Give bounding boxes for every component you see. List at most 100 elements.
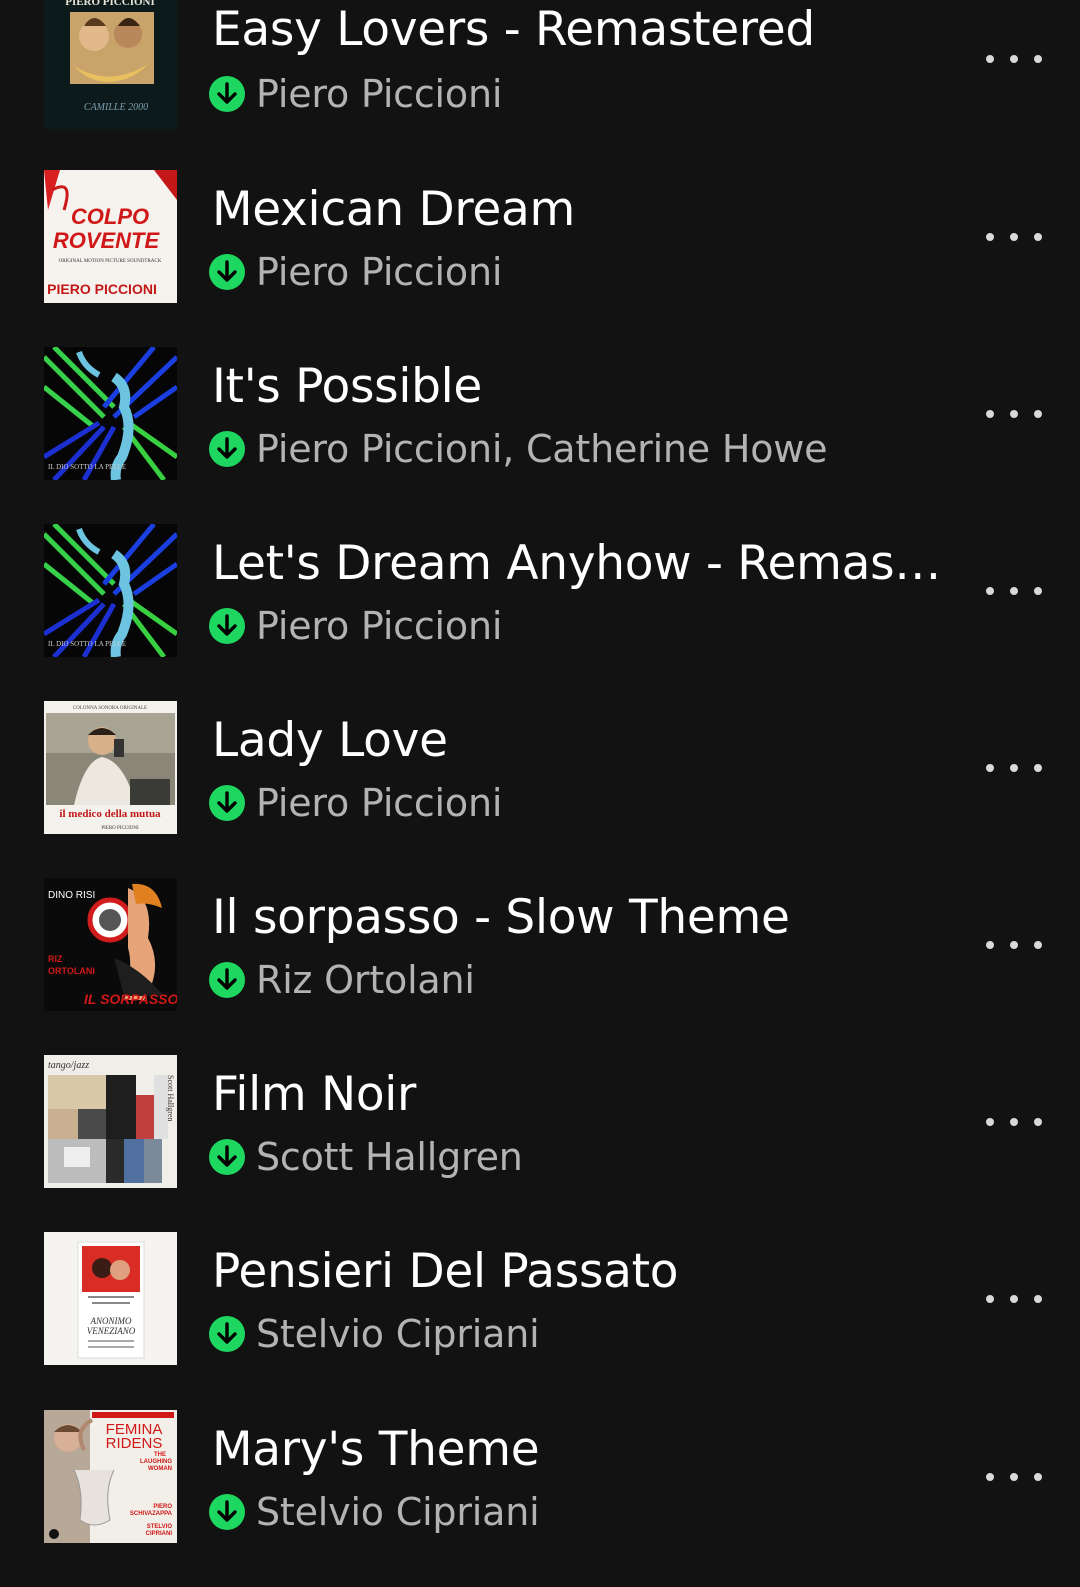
more-dot (1034, 587, 1042, 595)
track-subtitle: Riz Ortolani (208, 956, 968, 1004)
album-cover: IL DIO SOTTO LA PELLE (44, 524, 177, 657)
more-options-button[interactable] (984, 222, 1044, 252)
downloaded-icon (208, 1138, 246, 1176)
more-options-button[interactable] (984, 576, 1044, 606)
more-dot (1034, 1473, 1042, 1481)
more-dot (1010, 410, 1018, 418)
cover-label: PIERO PICCIONI (47, 281, 157, 297)
cover-label: THE (154, 1452, 166, 1458)
cover-label: Scott Hallgren (166, 1075, 175, 1121)
more-dot (1010, 941, 1018, 949)
track-subtitle: Stelvio Cipriani (208, 1488, 968, 1536)
track-artist: Piero Piccioni (256, 250, 503, 294)
track-artist: Piero Piccioni (256, 72, 503, 116)
cover-label: il medico della mutua (59, 808, 161, 820)
track-title: Let's Dream Anyhow - Remaste... (212, 536, 952, 591)
downloaded-icon (208, 784, 246, 822)
more-dot (1010, 587, 1018, 595)
track-row[interactable]: FEMINA RIDENS THE LAUGHING WOMAN PIERO S… (0, 1410, 1080, 1587)
album-cover: tango/jazz Scott Hallgren (44, 1055, 177, 1188)
more-horizontal-icon (986, 1118, 994, 1126)
more-options-button[interactable] (984, 399, 1044, 429)
track-row[interactable]: IL DIO SOTTO LA PELLE It's Possible Pier… (0, 347, 1080, 524)
cover-label: RIDENS (106, 1435, 163, 1452)
more-dot (1034, 1295, 1042, 1303)
more-options-button[interactable] (984, 753, 1044, 783)
track-artist: Stelvio Cipriani (256, 1312, 540, 1356)
track-subtitle: Piero Piccioni (208, 602, 968, 650)
track-artist: Piero Piccioni (256, 604, 503, 648)
more-horizontal-icon (986, 1295, 994, 1303)
album-cover: FEMINA RIDENS THE LAUGHING WOMAN PIERO S… (44, 1410, 177, 1543)
album-cover: COLONNA SONORA ORIGINALE il medico della… (44, 701, 177, 834)
cover-label: DINO RISI (48, 890, 95, 901)
track-row[interactable]: tango/jazz Scott Hallgren Film Noir Scot… (0, 1055, 1080, 1232)
track-title: Film Noir (212, 1067, 417, 1122)
more-dot (1034, 410, 1042, 418)
more-dot (1034, 941, 1042, 949)
track-artist: Scott Hallgren (256, 1135, 523, 1179)
cover-label: COLONNA SONORA ORIGINALE (73, 706, 147, 711)
more-horizontal-icon (986, 764, 994, 772)
more-horizontal-icon (986, 941, 994, 949)
more-options-button[interactable] (984, 44, 1044, 74)
cover-label: STELVIO (147, 1524, 173, 1530)
track-row[interactable]: ANONIMO VENEZIANO Pensieri Del Passato S… (0, 1232, 1080, 1409)
track-artist: Riz Ortolani (256, 958, 475, 1002)
more-dot (1010, 233, 1018, 241)
track-title: Mexican Dream (212, 182, 575, 237)
downloaded-icon (208, 430, 246, 468)
cover-label: tango/jazz (48, 1060, 89, 1071)
cover-label: ORTOLANI (48, 966, 95, 976)
more-dot (1010, 1473, 1018, 1481)
cover-label: IL DIO SOTTO LA PELLE (48, 640, 126, 648)
track-subtitle: Stelvio Cipriani (208, 1310, 968, 1358)
downloaded-icon (208, 1493, 246, 1531)
album-cover: COLPO ROVENTE ORIGINAL MOTION PICTURE SO… (44, 170, 177, 303)
more-dot (1010, 1295, 1018, 1303)
cover-label: ANONIMO (90, 1316, 132, 1326)
track-title: Pensieri Del Passato (212, 1244, 679, 1299)
more-horizontal-icon (986, 410, 994, 418)
track-row[interactable]: COLPO ROVENTE ORIGINAL MOTION PICTURE SO… (0, 170, 1080, 347)
downloaded-icon (208, 75, 246, 113)
track-artist: Piero Piccioni, Catherine Howe (256, 427, 828, 471)
more-options-button[interactable] (984, 930, 1044, 960)
track-subtitle: Piero Piccioni, Catherine Howe (208, 425, 968, 473)
downloaded-icon (208, 253, 246, 291)
downloaded-icon (208, 961, 246, 999)
track-title: Mary's Theme (212, 1422, 540, 1477)
more-horizontal-icon (986, 233, 994, 241)
cover-label: LAUGHING (140, 1459, 172, 1465)
more-dot (1034, 1118, 1042, 1126)
cover-label: PIERO PICCIONI (65, 0, 155, 8)
more-horizontal-icon (986, 587, 994, 595)
track-row[interactable]: COLONNA SONORA ORIGINALE il medico della… (0, 701, 1080, 878)
cover-label: SCHIVAZAPPA (130, 1511, 173, 1517)
cover-label: VENEZIANO (87, 1326, 136, 1336)
track-artist: Piero Piccioni (256, 781, 503, 825)
track-subtitle: Piero Piccioni (208, 779, 968, 827)
track-title: It's Possible (212, 359, 482, 414)
cover-label: CIPRIANI (146, 1531, 173, 1537)
track-row[interactable]: IL DIO SOTTO LA PELLE Let's Dream Anyhow… (0, 524, 1080, 701)
more-horizontal-icon (986, 1473, 994, 1481)
track-row[interactable]: PIERO PICCIONI CAMILLE 2000 Easy Lovers … (0, 0, 1080, 173)
more-options-button[interactable] (984, 1462, 1044, 1492)
track-title: Easy Lovers - Remastered (212, 2, 815, 57)
more-options-button[interactable] (984, 1284, 1044, 1314)
cover-label: WOMAN (148, 1466, 172, 1472)
more-dot (1010, 55, 1018, 63)
track-row[interactable]: DINO RISI RIZ ORTOLANI IL SORPASSO Il so… (0, 878, 1080, 1055)
track-title: Il sorpasso - Slow Theme (212, 890, 790, 945)
more-dot (1034, 233, 1042, 241)
album-cover: IL DIO SOTTO LA PELLE (44, 347, 177, 480)
cover-label: CAMILLE 2000 (84, 102, 148, 113)
track-title: Lady Love (212, 713, 448, 768)
more-horizontal-icon (986, 55, 994, 63)
cover-label: RIZ (48, 954, 63, 964)
more-options-button[interactable] (984, 1107, 1044, 1137)
cover-label: PIERO PICCIONI (101, 826, 139, 831)
track-subtitle: Piero Piccioni (208, 70, 968, 118)
more-dot (1010, 764, 1018, 772)
